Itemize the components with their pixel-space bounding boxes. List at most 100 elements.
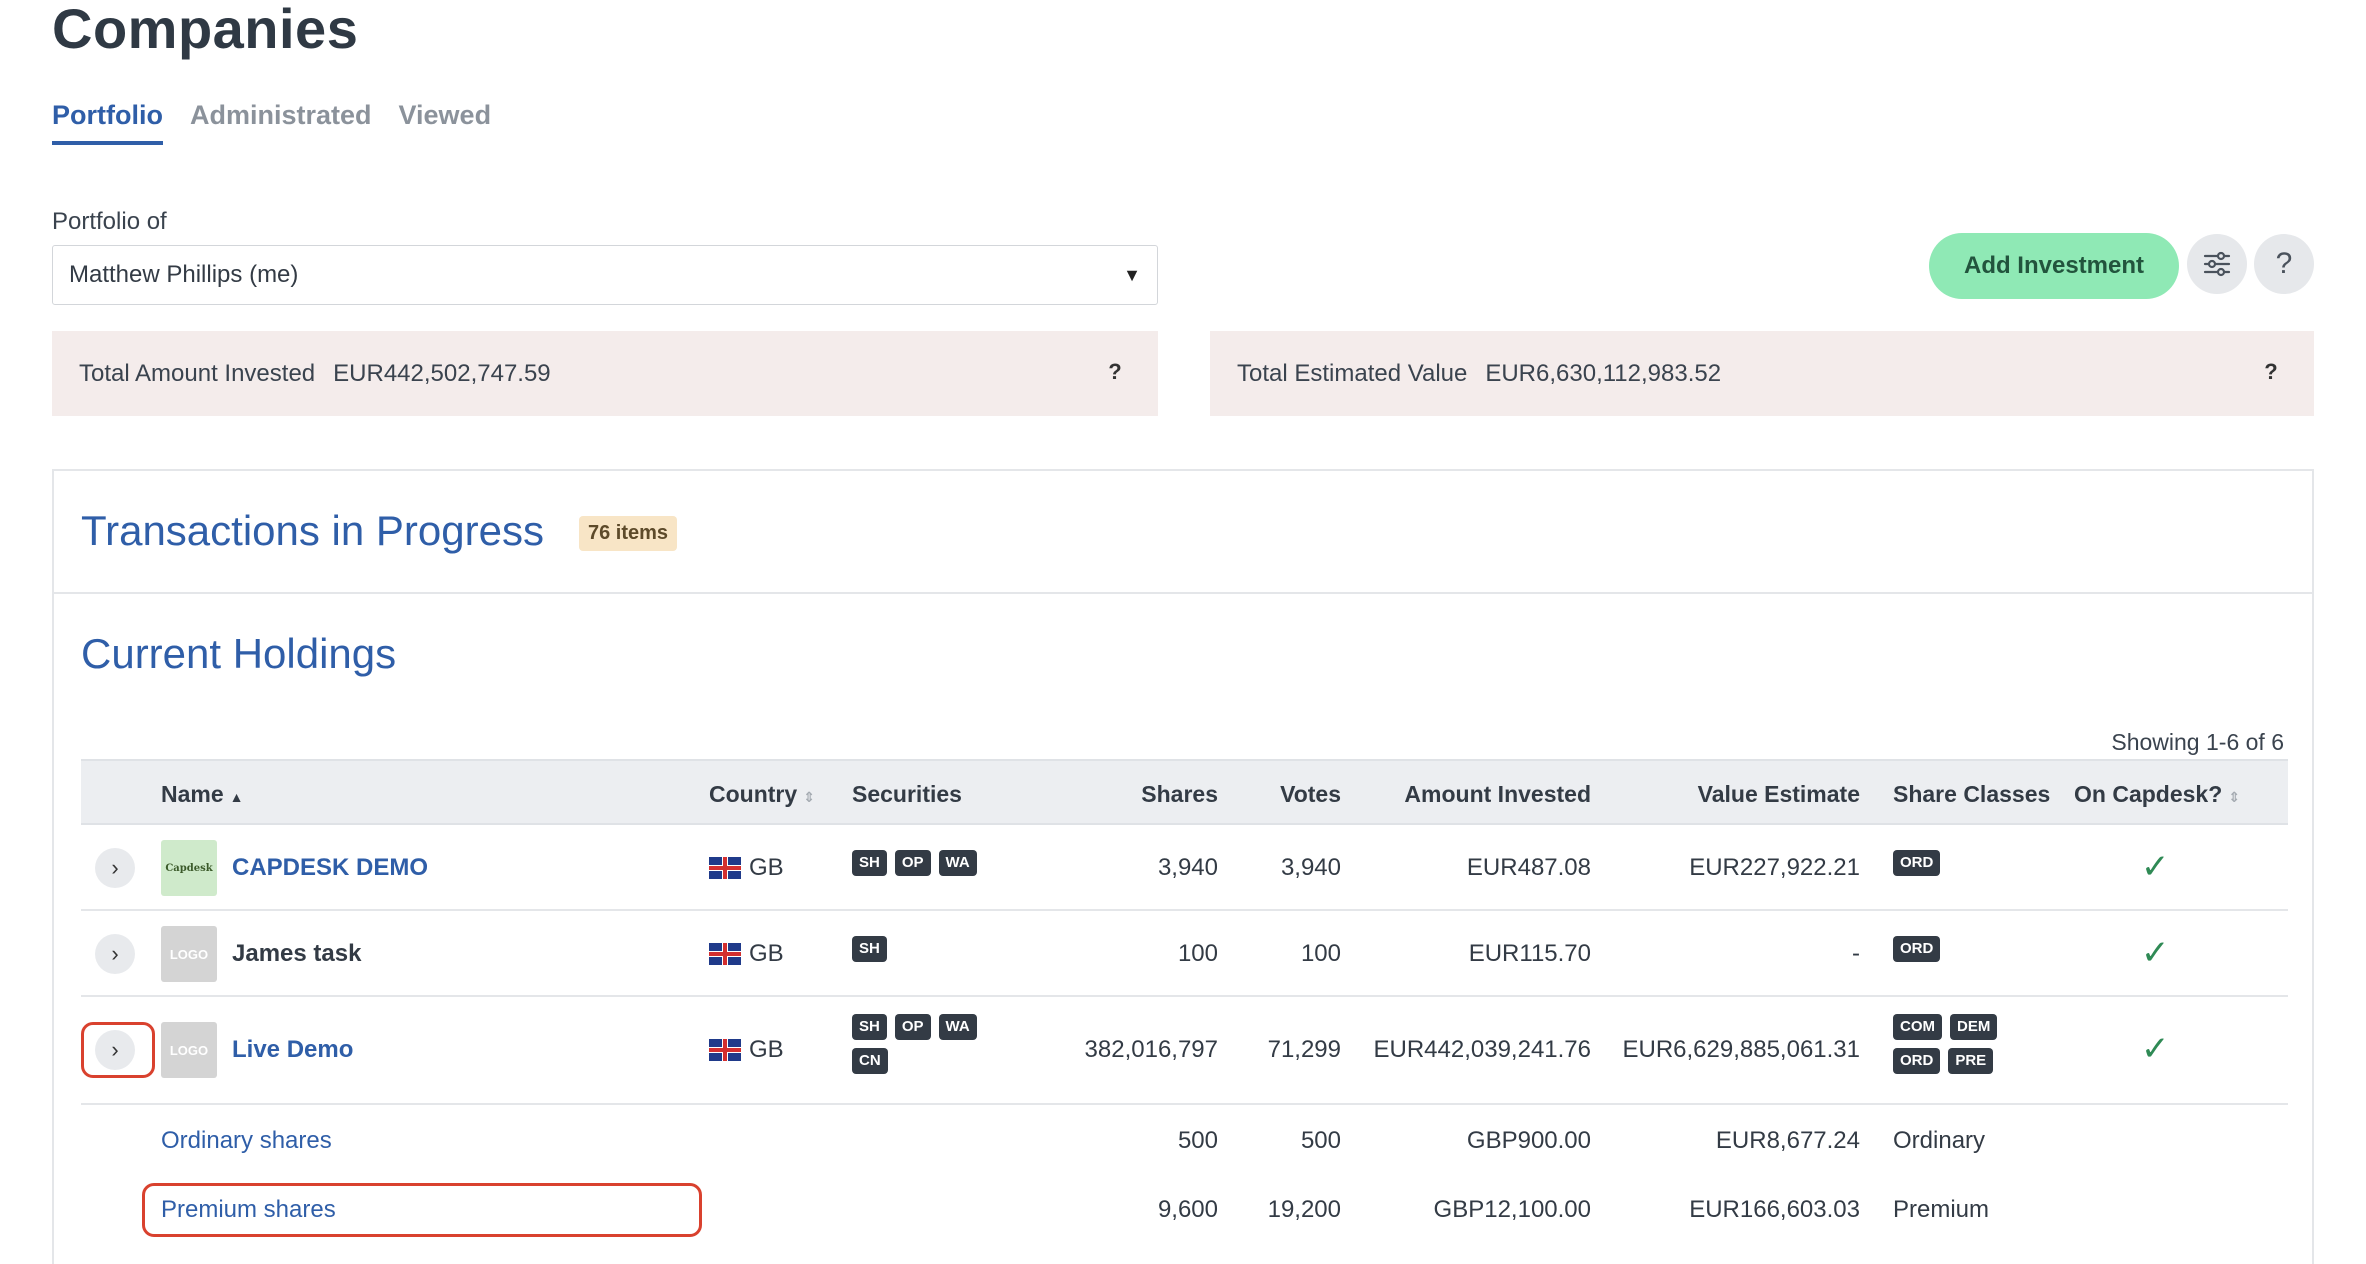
country-code: GB [749, 940, 784, 967]
amount-invested-value: EUR442,039,241.76 [1373, 1036, 1592, 1063]
security-chip: WA [938, 850, 977, 876]
portfolio-selected-value: Matthew Phillips (me) [69, 261, 299, 288]
share-class-chip: DEM [1950, 1014, 1998, 1040]
col-securities: Securities [852, 781, 962, 807]
filter-button[interactable] [2187, 234, 2247, 294]
security-chip: CN [852, 1048, 888, 1074]
share-class-row[interactable]: Ordinary shares 500 500 GBP900.00 EUR8,6… [81, 1105, 2288, 1175]
sliders-icon [2203, 251, 2231, 277]
table-row[interactable]: › Capdesk CAPDESK DEMO GB SH OP WA 3,940… [81, 825, 2288, 911]
expand-row-button[interactable]: › [95, 1030, 135, 1070]
share-class-name[interactable]: Premium shares [161, 1196, 336, 1224]
shares-value: 500 [1177, 1127, 1218, 1154]
country-cell: GB [709, 940, 784, 968]
share-class-row[interactable]: Premium shares 9,600 19,200 GBP12,100.00… [81, 1175, 2288, 1245]
amount-invested-value: EUR487.08 [1466, 854, 1591, 881]
company-logo: LOGO [161, 926, 217, 982]
share-class-chips: ORD [1893, 850, 1941, 876]
question-icon[interactable]: ? [1102, 359, 1128, 385]
tab-portfolio[interactable]: Portfolio [52, 100, 163, 145]
share-class-chip: COM [1893, 1014, 1942, 1040]
company-name[interactable]: James task [232, 940, 361, 968]
votes-value: 3,940 [1280, 854, 1341, 881]
check-icon: ✓ [2141, 1030, 2170, 1068]
security-chip: OP [894, 1014, 931, 1040]
value-estimate-value: EUR6,629,885,061.31 [1622, 1036, 1860, 1063]
caret-down-icon: ▼ [1123, 264, 1141, 285]
votes-value: 71,299 [1267, 1036, 1341, 1063]
shares-value: 100 [1177, 940, 1218, 967]
country-code: GB [749, 854, 784, 881]
uk-flag-icon [709, 1039, 741, 1061]
chevron-right-icon: › [111, 941, 119, 966]
amount-invested-value: GBP900.00 [1466, 1127, 1591, 1154]
expand-row-button[interactable]: › [95, 848, 135, 888]
col-on-capdesk[interactable]: On Capdesk? ⇕ [2074, 781, 2240, 808]
share-class-chips: COM DEM ORD PRE [1893, 1014, 2033, 1074]
total-invested-value: EUR442,502,747.59 [333, 359, 551, 387]
tab-viewed[interactable]: Viewed [399, 100, 492, 145]
question-icon[interactable]: ? [2258, 359, 2284, 385]
company-name[interactable]: CAPDESK DEMO [232, 854, 428, 882]
share-class-chip: ORD [1893, 1048, 1941, 1074]
votes-value: 19,200 [1267, 1196, 1341, 1223]
table-row[interactable]: › LOGO Live Demo GB SH OP WA CN 382,016,… [81, 997, 2288, 1105]
showing-count: Showing 1-6 of 6 [2111, 729, 2284, 755]
col-shares: Shares [1141, 781, 1218, 807]
chevron-right-icon: › [111, 855, 119, 880]
securities-chips: SH [852, 936, 887, 962]
shares-value: 3,940 [1157, 854, 1218, 881]
check-icon: ✓ [2141, 934, 2170, 972]
sort-asc-icon: ▲ [229, 789, 244, 805]
table-row[interactable]: › LOGO James task GB SH 100 100 EUR115.7… [81, 911, 2288, 997]
value-estimate-value: EUR227,922.21 [1689, 854, 1860, 881]
tabs: Portfolio Administrated Viewed [52, 100, 491, 145]
uk-flag-icon [709, 857, 741, 879]
share-class-label: Ordinary [1893, 1127, 1986, 1154]
col-amount-invested: Amount Invested [1404, 781, 1591, 807]
share-class-chip: PRE [1948, 1048, 1994, 1074]
col-name-label: Name [161, 781, 224, 807]
security-chip: SH [852, 850, 887, 876]
country-code: GB [749, 1036, 784, 1063]
share-class-chips: ORD [1893, 936, 1941, 962]
chevron-right-icon: › [111, 1037, 119, 1062]
col-country[interactable]: Country ⇕ [709, 781, 815, 808]
expand-row-button[interactable]: › [95, 934, 135, 974]
total-estimated-label: Total Estimated Value [1237, 359, 1468, 387]
col-name[interactable]: Name ▲ [161, 781, 244, 808]
share-class-label: Premium [1893, 1196, 1990, 1223]
uk-flag-icon [709, 943, 741, 965]
col-value-estimate: Value Estimate [1697, 781, 1860, 807]
portfolio-select[interactable]: Matthew Phillips (me) ▼ [52, 245, 1158, 305]
share-class-name[interactable]: Ordinary shares [161, 1127, 332, 1155]
col-share-classes: Share Classes [1893, 781, 2051, 807]
tab-administrated[interactable]: Administrated [190, 100, 372, 145]
help-button[interactable]: ? [2254, 234, 2314, 294]
country-cell: GB [709, 854, 784, 882]
total-invested-summary: Total Amount Invested EUR442,502,747.59 … [52, 331, 1158, 416]
total-estimated-summary: Total Estimated Value EUR6,630,112,983.5… [1210, 331, 2314, 416]
check-icon: ✓ [2141, 848, 2170, 886]
shares-value: 9,600 [1157, 1196, 1218, 1223]
value-estimate-value: EUR166,603.03 [1689, 1196, 1860, 1223]
total-invested-label: Total Amount Invested [79, 359, 316, 387]
panel-divider [54, 592, 2312, 594]
holdings-table: Name ▲ Country ⇕ Securities Shares Votes A… [81, 759, 2288, 1245]
page-title: Companies [52, 0, 359, 60]
portfolio-label: Portfolio of [52, 208, 167, 235]
col-votes: Votes [1280, 781, 1341, 807]
security-chip: SH [852, 1014, 887, 1040]
company-logo: LOGO [161, 1022, 217, 1078]
sort-icon: ⇕ [803, 789, 815, 805]
amount-invested-value: GBP12,100.00 [1433, 1196, 1591, 1223]
company-name[interactable]: Live Demo [232, 1036, 353, 1064]
transactions-title[interactable]: Transactions in Progress [81, 507, 544, 555]
add-investment-button[interactable]: Add Investment [1929, 233, 2179, 299]
value-estimate-value: EUR8,677.24 [1715, 1127, 1860, 1154]
security-chip: SH [852, 936, 887, 962]
share-class-chip: ORD [1893, 850, 1941, 876]
items-count-badge: 76 items [579, 516, 678, 551]
securities-chips: SH OP WA [852, 850, 977, 876]
col-country-label: Country [709, 781, 798, 807]
